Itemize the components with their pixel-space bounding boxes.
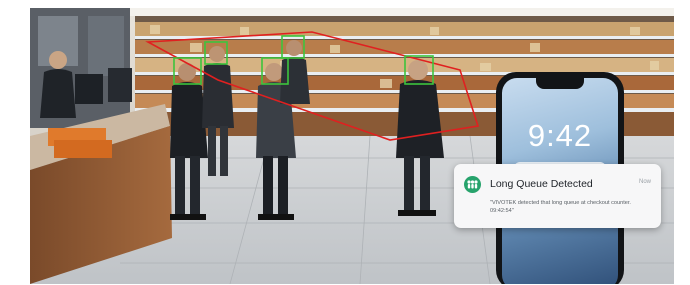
lock-screen-time: 9:42 [527,118,593,153]
orange-baskets [48,128,112,158]
phone-notch [536,78,584,89]
people-group-icon [464,176,481,193]
long-queue-notification[interactable]: Long Queue Detected Now "VIVOTEK detecte… [454,164,661,228]
notification-title: Long Queue Detected [490,178,593,190]
notification-body: "VIVOTEK detected that long queue at che… [490,200,631,214]
notification-time: Now [638,179,651,185]
store-scene-photo: 9:42 Queue Detection Alarm Long Queue De… [30,8,674,284]
